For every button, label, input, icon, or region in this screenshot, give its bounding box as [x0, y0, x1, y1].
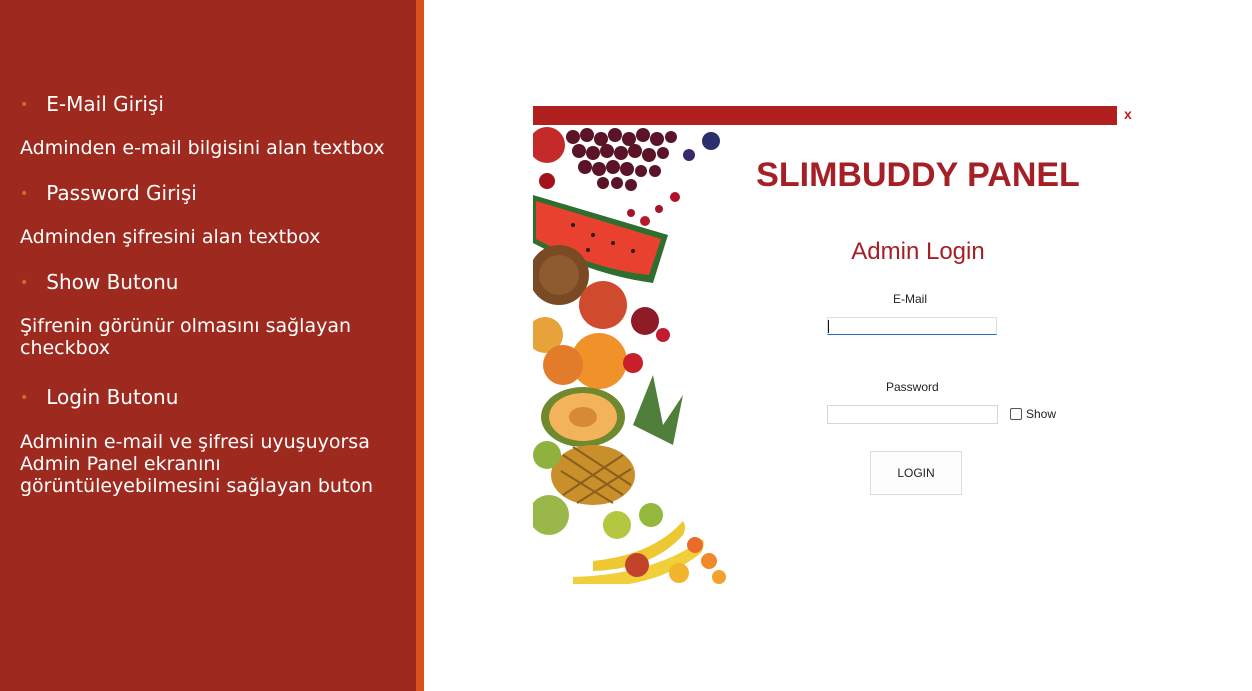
password-label: Password — [886, 380, 939, 394]
login-button[interactable]: LOGIN — [870, 451, 962, 495]
desc-login: Adminin e-mail ve şifresi uyuşuyorsa Adm… — [20, 431, 374, 497]
show-label: Show — [1026, 407, 1057, 421]
desc-show: Şifrenin görünür olmasını sağlayan check… — [20, 315, 352, 359]
fruit-assortment-image — [533, 125, 731, 584]
show-checkbox[interactable] — [1010, 408, 1022, 420]
bullet-email: • E-Mail Girişi — [20, 92, 164, 116]
slide-left-panel: • E-Mail Girişi Adminden e-mail bilgisini… — [0, 0, 416, 691]
bullet-dot-icon: • — [20, 97, 29, 113]
text-caret — [828, 320, 829, 333]
bullet-password: • Password Girişi — [20, 181, 197, 205]
email-field[interactable] — [827, 317, 997, 335]
bullet-dot-icon: • — [20, 186, 29, 202]
accent-stripe — [416, 0, 424, 691]
window-titlebar[interactable] — [533, 106, 1117, 125]
email-label: E-Mail — [893, 292, 928, 306]
bullet-login: • Login Butonu — [20, 385, 179, 409]
desc-email: Adminden e-mail bilgisini alan textbox — [20, 137, 385, 159]
bullet-show: • Show Butonu — [20, 270, 179, 294]
show-password-toggle[interactable]: Show — [1010, 407, 1056, 421]
desc-password: Adminden şifresini alan textbox — [20, 226, 321, 248]
password-field[interactable] — [827, 405, 998, 424]
bullet-dot-icon: • — [20, 275, 29, 291]
fruit-illustration — [533, 127, 726, 584]
app-brand-title: SLIMBUDDY PANEL — [756, 156, 1080, 194]
bullet-dot-icon: • — [20, 390, 29, 406]
login-window: x SLIMBUDDY PANEL Admin Login E-Mail Pas… — [533, 106, 1133, 584]
admin-login-heading: Admin Login — [851, 238, 985, 265]
close-button[interactable]: x — [1124, 106, 1132, 122]
